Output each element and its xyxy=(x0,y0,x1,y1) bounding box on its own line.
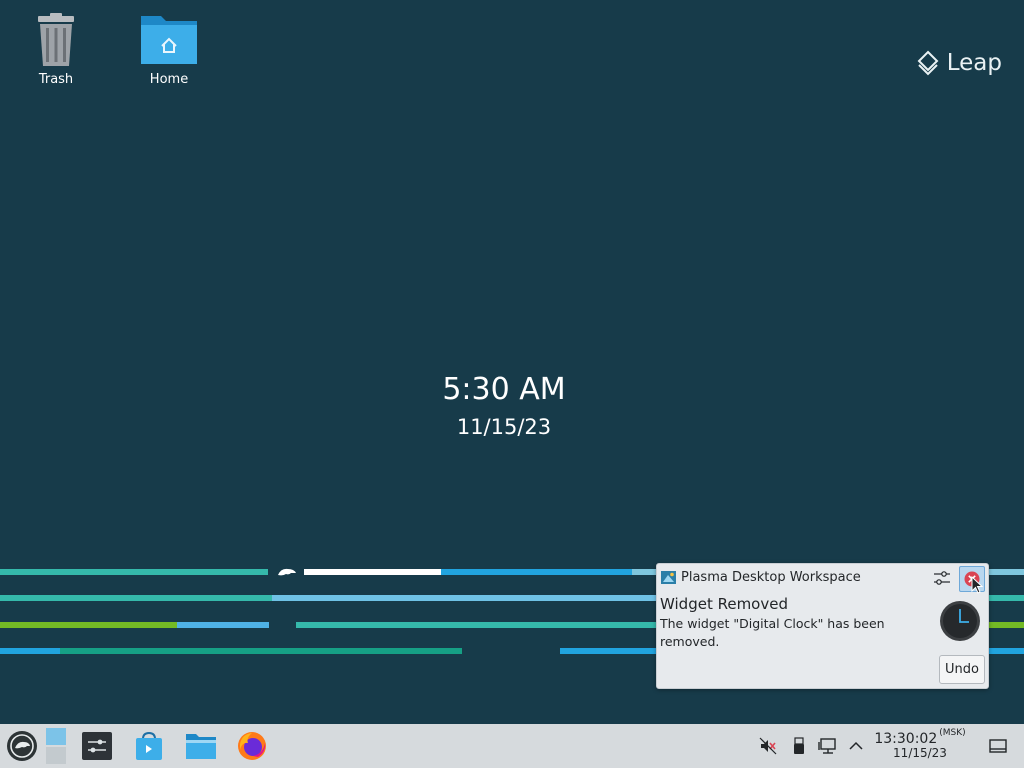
network-wired-icon[interactable] xyxy=(818,736,838,756)
wallpaper-stripe xyxy=(304,569,441,575)
wallpaper-stripe xyxy=(560,648,656,654)
opensuse-menu-icon xyxy=(7,731,37,761)
application-launcher-button[interactable] xyxy=(4,724,40,768)
wallpaper-stripe xyxy=(441,569,632,575)
clock-icon xyxy=(940,601,980,641)
expand-tray-icon[interactable] xyxy=(846,736,866,756)
taskbar-discover[interactable] xyxy=(132,724,166,768)
trash-icon xyxy=(38,13,74,66)
taskbar-clock-time: 13:30:02 xyxy=(874,731,938,747)
clock-date: 11/15/23 xyxy=(456,415,552,439)
taskbar-clock-date: 11/15/23 xyxy=(893,746,947,760)
wallpaper-stripe xyxy=(177,622,269,628)
wallpaper-stripe xyxy=(272,595,656,601)
taskbar-panel: 13:30:02 (MSK) 11/15/23 xyxy=(0,724,1024,768)
volume-muted-icon[interactable] xyxy=(758,736,778,756)
notification-popup: Plasma Desktop Workspace Widget Removed … xyxy=(656,563,989,689)
notification-title: Widget Removed xyxy=(660,595,788,613)
dolphin-files-icon xyxy=(186,734,216,759)
show-desktop-icon[interactable] xyxy=(988,736,1008,756)
wallpaper-stripe xyxy=(60,648,462,654)
taskbar-clock-timezone: (MSK) xyxy=(939,728,966,738)
mouse-cursor-icon xyxy=(971,576,984,594)
notification-body: The widget "Digital Clock" has been remo… xyxy=(660,616,885,649)
home-folder-icon xyxy=(141,16,197,64)
taskbar-digital-clock[interactable]: 13:30:02 (MSK) 11/15/23 xyxy=(868,728,972,760)
leap-diamond-icon xyxy=(917,50,939,76)
taskbar-system-settings[interactable] xyxy=(80,724,114,768)
home-label: Home xyxy=(149,72,189,87)
undo-button[interactable]: Undo xyxy=(939,655,985,684)
plasma-app-icon xyxy=(661,571,676,584)
wallpaper-stripe xyxy=(0,569,268,575)
notification-app-name: Plasma Desktop Workspace xyxy=(681,570,861,585)
leap-logo-text: Leap xyxy=(946,50,1002,76)
wallpaper-stripe xyxy=(632,569,656,575)
settings-icon xyxy=(82,732,112,760)
desktop-clock-widget: 5:30 AM 11/15/23 xyxy=(0,372,1008,439)
firefox-icon xyxy=(238,732,266,760)
wallpaper-stripe xyxy=(296,622,656,628)
opensuse-leap-logo: Leap xyxy=(917,50,1002,76)
gecko-icon xyxy=(278,568,296,576)
desktop-icon-trash[interactable]: Trash xyxy=(11,12,101,87)
taskbar-firefox[interactable] xyxy=(235,724,269,768)
usb-device-icon[interactable] xyxy=(789,736,809,756)
desktop-icon-home[interactable]: Home xyxy=(124,12,214,87)
wallpaper-stripe xyxy=(0,622,177,628)
wallpaper-stripe xyxy=(987,622,1024,628)
discover-store-icon xyxy=(136,731,162,760)
configure-icon[interactable] xyxy=(933,569,951,587)
pager-icon xyxy=(46,728,66,764)
wallpaper-stripe xyxy=(0,648,60,654)
clock-time: 5:30 AM xyxy=(442,372,566,407)
virtual-desktop-pager[interactable] xyxy=(44,724,68,768)
notification-header: Plasma Desktop Workspace xyxy=(657,564,988,592)
wallpaper-stripe xyxy=(0,595,272,601)
wallpaper-stripe xyxy=(987,648,1024,654)
wallpaper-stripe xyxy=(987,569,1024,575)
trash-label: Trash xyxy=(38,72,74,87)
taskbar-dolphin[interactable] xyxy=(184,724,218,768)
wallpaper-stripe xyxy=(987,595,1024,601)
